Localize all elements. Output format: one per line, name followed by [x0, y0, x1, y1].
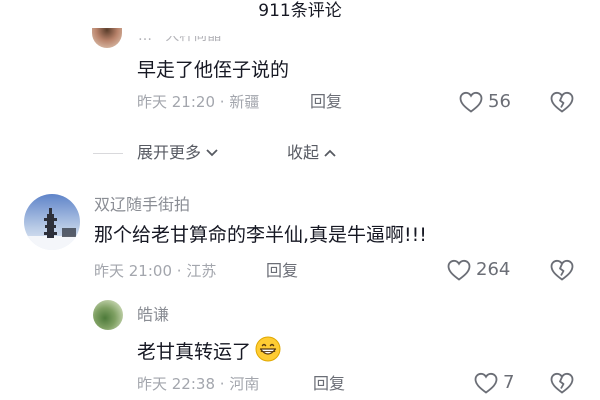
user-name[interactable]: … · 大杆尚晶 [138, 36, 221, 46]
heart-outline-icon [458, 90, 484, 114]
comment-time: 昨天 21:00 [94, 262, 172, 280]
reply-button[interactable]: 回复 [310, 92, 342, 112]
comment-time: 昨天 22:38 [137, 375, 215, 393]
meta-separator: · [172, 262, 187, 280]
comment-text: 老甘真转运了 [137, 336, 281, 369]
comment-location: 新疆 [229, 93, 260, 111]
expand-more-label: 展开更多 [137, 143, 202, 162]
collapse-button[interactable]: 收起 [287, 143, 337, 163]
comment-meta: 昨天 21:00 · 江苏 [94, 261, 216, 281]
comments-count-title: 911条评论 [258, 1, 342, 21]
dislike-button[interactable] [549, 258, 575, 282]
avatar[interactable] [93, 300, 123, 330]
comment-location: 江苏 [186, 262, 217, 280]
comment-text-body: 老甘真转运了 [137, 341, 252, 363]
collapse-label: 收起 [287, 143, 320, 162]
like-count: 7 [503, 372, 515, 393]
meta-separator: · [215, 375, 230, 393]
like-button[interactable]: 7 [473, 371, 514, 395]
broken-heart-icon [549, 371, 575, 395]
meta-separator: · [215, 93, 230, 111]
heart-outline-icon [446, 258, 472, 282]
like-button[interactable]: 264 [446, 258, 510, 282]
comment-text: 早走了他侄子说的 [137, 59, 290, 81]
avatar[interactable] [92, 28, 122, 48]
chevron-down-icon [205, 148, 219, 158]
comment-meta: 昨天 22:38 · 河南 [137, 374, 259, 394]
heart-outline-icon [473, 371, 499, 395]
grinning-face-icon [255, 336, 281, 369]
avatar[interactable] [24, 194, 80, 250]
reply-button[interactable]: 回复 [313, 374, 345, 394]
reply-button[interactable]: 回复 [266, 261, 298, 281]
like-count: 264 [476, 259, 511, 280]
like-button[interactable]: 56 [458, 90, 511, 114]
user-name[interactable]: 双辽随手街拍 [94, 195, 190, 215]
chevron-up-icon [323, 148, 337, 158]
broken-heart-icon [549, 258, 575, 282]
comment-time: 昨天 21:20 [137, 93, 215, 111]
thread-divider [93, 153, 123, 154]
dislike-button[interactable] [549, 371, 575, 395]
comment-text: 那个给老甘算命的李半仙,真是牛逼啊!!! [94, 224, 427, 246]
comment-location: 河南 [229, 375, 260, 393]
comment-meta: 昨天 21:20 · 新疆 [137, 92, 259, 112]
like-count: 56 [488, 91, 511, 112]
broken-heart-icon [549, 90, 575, 114]
dislike-button[interactable] [549, 90, 575, 114]
user-name[interactable]: 皓谦 [137, 305, 169, 325]
expand-more-button[interactable]: 展开更多 [137, 143, 219, 163]
